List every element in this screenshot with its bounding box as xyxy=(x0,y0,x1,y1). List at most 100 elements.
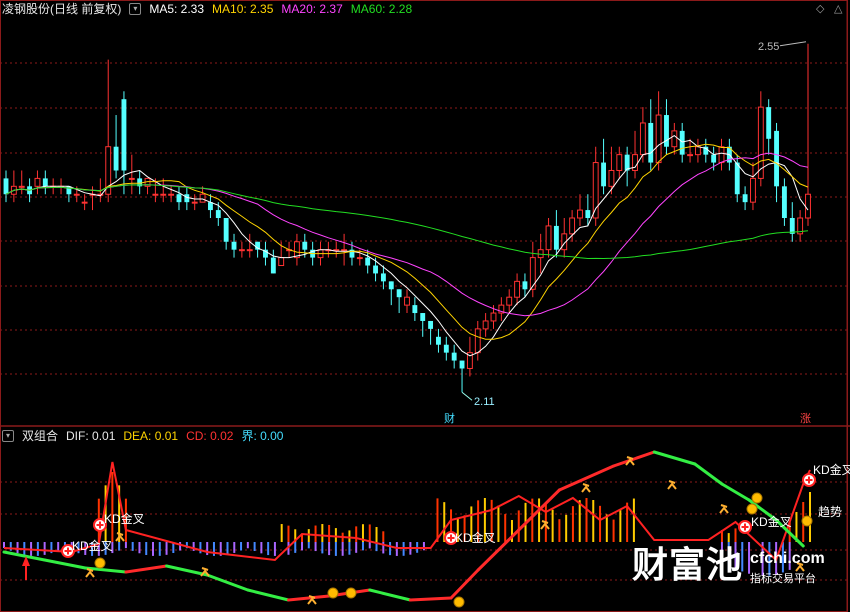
kd-golden-cross-label: KD金叉 xyxy=(455,530,496,545)
candle-body-down xyxy=(380,273,386,282)
candle-body-down xyxy=(789,218,795,234)
trend-line xyxy=(165,564,209,577)
candle-body-down xyxy=(648,122,654,163)
candle-body-up xyxy=(490,312,497,322)
candle-body-down xyxy=(3,178,9,195)
diamond-icon[interactable]: ◇ xyxy=(816,2,824,15)
triangle-icon[interactable]: △ xyxy=(834,2,842,15)
runner-icon xyxy=(85,570,95,578)
runner-icon xyxy=(667,482,677,490)
zhang-marker: 涨 xyxy=(800,412,811,425)
trend-line xyxy=(286,594,331,602)
candle-body-up xyxy=(482,320,489,330)
candle-body-up xyxy=(128,177,135,180)
candle-body-up xyxy=(616,154,623,171)
low-price-pointer xyxy=(461,391,473,401)
candle-body-down xyxy=(436,336,441,345)
chevron-down-icon[interactable]: ▾ xyxy=(2,430,14,442)
main-chart-header: 凌钢股份(日线 前复权) ▾ MA5: 2.33 MA10: 2.35 MA20… xyxy=(2,0,412,18)
candle-body-down xyxy=(601,162,607,187)
runner-icon-arm xyxy=(626,456,634,460)
candle-body-down xyxy=(742,194,748,203)
candle-body-up xyxy=(655,114,662,164)
stock-chart-window[interactable]: 2.55 2.11 财涨 KD金叉 KD金叉 KD金叉 KD金叉 KD金叉 趋势 凌钢股份(日线… xyxy=(0,0,850,612)
logo-tagline: 指标交易平台 xyxy=(750,573,816,585)
high-price-pointer xyxy=(779,41,807,47)
candle-body-up xyxy=(246,249,253,252)
candle-body-down xyxy=(412,305,418,314)
kd-golden-cross-label: KD金叉 xyxy=(813,462,850,477)
dif-label: DIF: 0.01 xyxy=(66,429,116,443)
runner-icon-arm xyxy=(582,483,590,487)
ma5-label: MA5: 2.33 xyxy=(149,2,205,16)
candle-body-down xyxy=(734,162,740,195)
kd-golden-cross-label: KD金叉 xyxy=(72,538,113,553)
candle-body-up xyxy=(73,193,80,196)
candle-body-up xyxy=(238,249,245,252)
candle-body-up xyxy=(81,201,88,204)
candle-body-down xyxy=(388,281,394,290)
candle-body-down xyxy=(428,320,434,329)
candle-body-down xyxy=(365,257,371,266)
candle-body-down xyxy=(176,194,182,203)
trend-line xyxy=(408,596,453,602)
candle-body-down xyxy=(373,265,378,274)
trend-line xyxy=(449,568,480,600)
candle-body-down xyxy=(522,281,528,290)
candle-body-up xyxy=(278,257,285,267)
candle-body-up xyxy=(191,201,198,204)
candle-body-up xyxy=(514,280,521,298)
candle-body-up xyxy=(718,146,725,164)
candle-body-up xyxy=(545,225,552,251)
coin-icon xyxy=(345,587,357,599)
candle-body-up xyxy=(608,169,615,187)
candle-body-down xyxy=(781,186,787,218)
kd-golden-cross-label: KD金叉 xyxy=(751,514,792,529)
coin-icon xyxy=(751,492,763,504)
trend-line xyxy=(368,588,412,602)
candle-body-up xyxy=(569,217,576,235)
candle-body-down xyxy=(396,289,402,298)
candle-body-up xyxy=(577,209,583,219)
chart-canvas[interactable]: 2.552.11财 涨KD金叉KD金叉KD金叉KD金叉KD金叉趋势 xyxy=(0,0,850,612)
candle-body-down xyxy=(553,225,559,250)
coin-icon xyxy=(453,596,465,608)
candle-body-up xyxy=(341,249,348,252)
trend-line xyxy=(652,450,697,466)
candle-body-down xyxy=(121,99,127,171)
runner-icon-arm xyxy=(541,520,549,524)
candle-body-up xyxy=(168,193,175,196)
runner-icon xyxy=(719,506,729,514)
candle-body-down xyxy=(451,352,457,361)
candle-body-down xyxy=(270,257,276,274)
candle-body-down xyxy=(766,107,772,139)
candle-body-up xyxy=(671,130,678,148)
candle-body-down xyxy=(443,344,449,353)
runner-icon-arm xyxy=(201,567,209,571)
candle-body-up xyxy=(356,257,363,260)
candle-body-up xyxy=(160,193,167,196)
candle-body-down xyxy=(679,130,685,155)
candle-body-up xyxy=(199,193,206,203)
high-price-label: 2.55 xyxy=(758,41,779,53)
trend-line xyxy=(43,558,87,570)
candle-body-up xyxy=(750,177,756,203)
trend-line xyxy=(124,564,169,574)
low-price-label: 2.11 xyxy=(474,396,495,408)
candle-body-up xyxy=(474,328,481,354)
jie-label: 界: 0.00 xyxy=(241,429,284,443)
ma60-label: MA60: 2.28 xyxy=(350,2,413,16)
indicator-title: 双组合 xyxy=(22,429,59,443)
trend-line xyxy=(246,588,290,602)
candle-body-down xyxy=(459,360,465,369)
candle-body-down xyxy=(585,210,591,218)
chevron-down-icon[interactable]: ▾ xyxy=(129,3,142,15)
kd-golden-cross-label: KD金叉 xyxy=(104,511,145,526)
candle-body-down xyxy=(42,178,48,187)
ma10-label: MA10: 2.35 xyxy=(212,2,274,16)
candle-body-up xyxy=(694,146,701,156)
candle-body-down xyxy=(302,241,308,250)
candle-body-up xyxy=(404,296,410,306)
candle-body-up xyxy=(152,193,159,196)
dea-label: DEA: 0.01 xyxy=(123,429,179,443)
